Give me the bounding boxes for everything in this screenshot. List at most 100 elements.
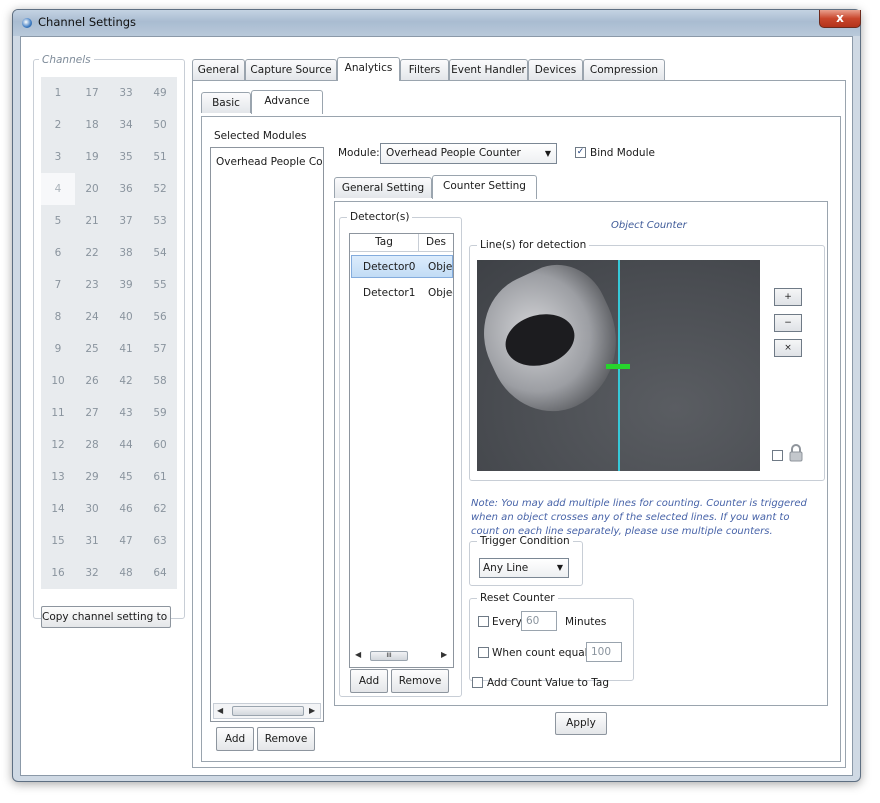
delete-line-button[interactable]: ×: [774, 339, 802, 357]
channel-cell[interactable]: 51: [143, 141, 177, 173]
channel-cell[interactable]: 50: [143, 109, 177, 141]
channel-cell[interactable]: 35: [109, 141, 143, 173]
detectors-horizontal-scrollbar[interactable]: ◀ III ▶: [352, 648, 451, 664]
channel-cell[interactable]: 60: [143, 429, 177, 461]
channel-cell[interactable]: 58: [143, 365, 177, 397]
channel-cell[interactable]: 43: [109, 397, 143, 429]
channel-cell[interactable]: 12: [41, 429, 75, 461]
channel-cell[interactable]: 33: [109, 77, 143, 109]
tab-event-handler[interactable]: Event Handler: [449, 59, 528, 80]
channel-cell[interactable]: 21: [75, 205, 109, 237]
channel-cell[interactable]: 26: [75, 365, 109, 397]
channel-cell[interactable]: 40: [109, 301, 143, 333]
tab-capture-source[interactable]: Capture Source: [245, 59, 337, 80]
channel-cell[interactable]: 10: [41, 365, 75, 397]
trigger-condition-select[interactable]: Any Line ▼: [479, 558, 569, 578]
channel-cell[interactable]: 23: [75, 269, 109, 301]
inner-tab-general-setting[interactable]: General Setting: [334, 177, 432, 198]
module-select[interactable]: Overhead People Counter ▼: [380, 143, 557, 164]
every-minutes-input[interactable]: 60: [521, 611, 557, 631]
tab-filters[interactable]: Filters: [400, 59, 449, 80]
channel-cell[interactable]: 27: [75, 397, 109, 429]
channel-cell[interactable]: 29: [75, 461, 109, 493]
apply-button[interactable]: Apply: [555, 712, 607, 735]
channel-cell[interactable]: 32: [75, 557, 109, 589]
remove-detector-button[interactable]: Remove: [391, 669, 449, 693]
channel-cell[interactable]: 4: [41, 173, 75, 205]
subtab-advance[interactable]: Advance: [251, 90, 323, 114]
channel-cell[interactable]: 16: [41, 557, 75, 589]
title-bar[interactable]: Channel Settings x: [13, 10, 861, 36]
remove-module-button[interactable]: Remove: [257, 727, 315, 751]
close-button[interactable]: x: [819, 10, 861, 28]
channel-cell[interactable]: 61: [143, 461, 177, 493]
count-equals-input[interactable]: 100: [586, 642, 622, 662]
scroll-thumb[interactable]: [232, 706, 304, 716]
every-checkbox[interactable]: [478, 616, 489, 627]
channel-cell[interactable]: 63: [143, 525, 177, 557]
channel-cell[interactable]: 48: [109, 557, 143, 589]
tab-analytics[interactable]: Analytics: [337, 57, 400, 81]
channel-cell[interactable]: 19: [75, 141, 109, 173]
channel-cell[interactable]: 47: [109, 525, 143, 557]
add-count-value-checkbox[interactable]: [472, 677, 483, 688]
scroll-left-icon[interactable]: ◀: [355, 648, 361, 662]
channel-cell[interactable]: 17: [75, 77, 109, 109]
channel-cell[interactable]: 30: [75, 493, 109, 525]
modules-horizontal-scrollbar[interactable]: ◀ ▶: [213, 703, 321, 719]
channel-cell[interactable]: 53: [143, 205, 177, 237]
channel-cell[interactable]: 14: [41, 493, 75, 525]
channel-cell[interactable]: 31: [75, 525, 109, 557]
lock-lines-checkbox[interactable]: [772, 450, 783, 461]
detectors-table[interactable]: Tag Des Detector0 Objec Detector1 Objec …: [349, 233, 454, 668]
column-header-description[interactable]: Des: [419, 234, 453, 252]
channel-cell[interactable]: 28: [75, 429, 109, 461]
channel-cell[interactable]: 3: [41, 141, 75, 173]
tab-compression[interactable]: Compression: [583, 59, 665, 80]
channel-cell[interactable]: 5: [41, 205, 75, 237]
scroll-thumb[interactable]: III: [370, 651, 408, 661]
channel-cell[interactable]: 42: [109, 365, 143, 397]
tab-general[interactable]: General: [192, 59, 245, 80]
list-item[interactable]: Overhead People Cou: [216, 156, 323, 168]
scroll-right-icon[interactable]: ▶: [441, 648, 447, 662]
channel-cell[interactable]: 64: [143, 557, 177, 589]
add-module-button[interactable]: Add: [216, 727, 254, 751]
table-row[interactable]: Detector1 Objec: [351, 282, 453, 305]
channel-cell[interactable]: 22: [75, 237, 109, 269]
channel-cell[interactable]: 57: [143, 333, 177, 365]
add-line-button[interactable]: +: [774, 288, 802, 306]
table-row[interactable]: Detector0 Objec: [351, 255, 453, 278]
channel-cell[interactable]: 38: [109, 237, 143, 269]
tab-devices[interactable]: Devices: [528, 59, 583, 80]
channel-cell[interactable]: 39: [109, 269, 143, 301]
channel-cell[interactable]: 56: [143, 301, 177, 333]
channel-cell[interactable]: 8: [41, 301, 75, 333]
subtab-basic[interactable]: Basic: [201, 92, 251, 113]
channel-cell[interactable]: 15: [41, 525, 75, 557]
channel-cell[interactable]: 52: [143, 173, 177, 205]
direction-marker[interactable]: [606, 364, 630, 369]
channel-cell[interactable]: 18: [75, 109, 109, 141]
channel-cell[interactable]: 46: [109, 493, 143, 525]
channel-cell[interactable]: 7: [41, 269, 75, 301]
column-header-tag[interactable]: Tag: [350, 234, 419, 252]
when-count-equals-checkbox[interactable]: [478, 647, 489, 658]
channel-cell[interactable]: 6: [41, 237, 75, 269]
scroll-right-icon[interactable]: ▶: [309, 704, 315, 718]
channel-cell[interactable]: 62: [143, 493, 177, 525]
copy-channel-setting-button[interactable]: Copy channel setting to ...: [41, 606, 171, 628]
channel-cell[interactable]: 9: [41, 333, 75, 365]
channel-cell[interactable]: 44: [109, 429, 143, 461]
scroll-left-icon[interactable]: ◀: [217, 704, 223, 718]
channel-cell[interactable]: 45: [109, 461, 143, 493]
channel-cell[interactable]: 24: [75, 301, 109, 333]
channel-cell[interactable]: 54: [143, 237, 177, 269]
channel-cell[interactable]: 2: [41, 109, 75, 141]
channel-cell[interactable]: 25: [75, 333, 109, 365]
bind-module-checkbox[interactable]: ✓: [575, 147, 586, 158]
channel-cell[interactable]: 11: [41, 397, 75, 429]
channel-cell[interactable]: 36: [109, 173, 143, 205]
remove-line-button[interactable]: −: [774, 314, 802, 332]
camera-preview[interactable]: [477, 260, 760, 471]
